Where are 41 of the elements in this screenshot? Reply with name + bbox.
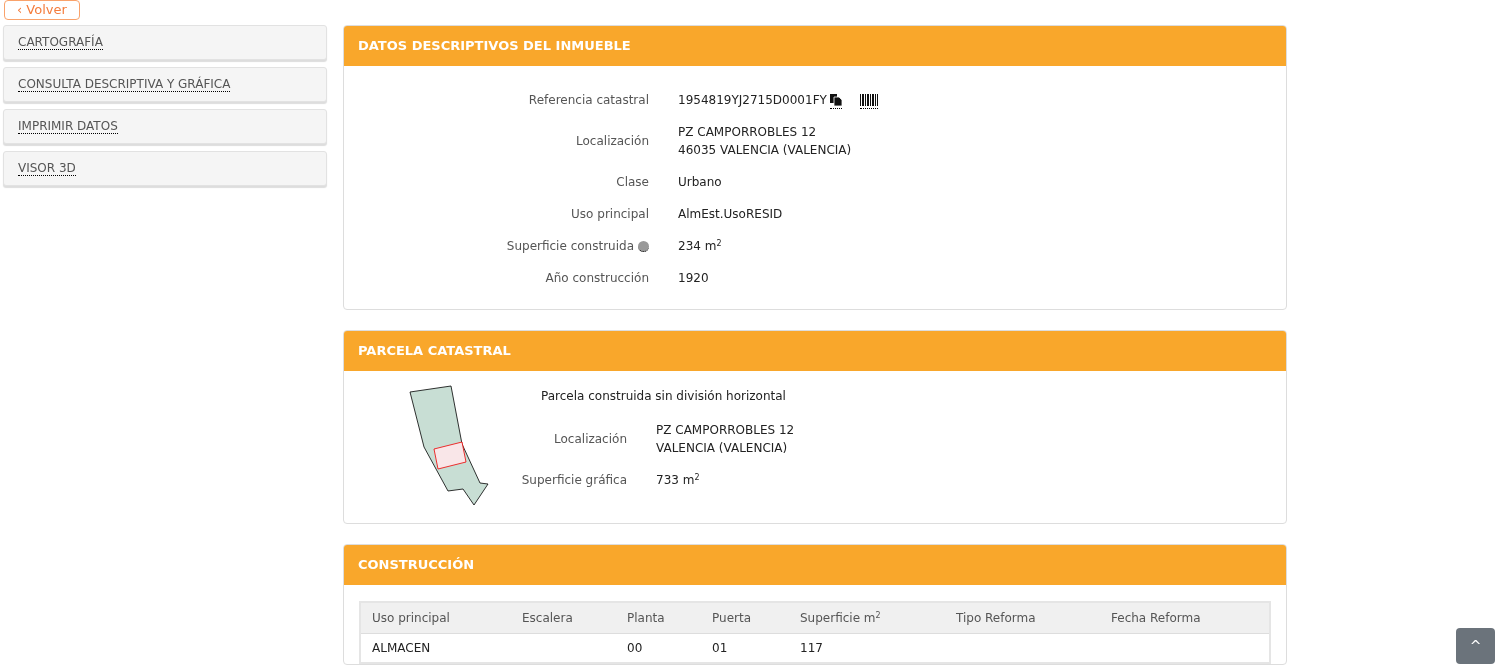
field-label: Superficie gráfica bbox=[521, 473, 627, 487]
field-value: Urbano bbox=[678, 174, 722, 191]
panel-header: DATOS DESCRIPTIVOS DEL INMUEBLE bbox=[344, 26, 1286, 66]
sidebar-link[interactable]: CONSULTA DESCRIPTIVA Y GRÁFICA bbox=[18, 77, 231, 92]
field-label: Superficie construida bbox=[506, 239, 634, 253]
field-label: Uso principal bbox=[571, 207, 649, 221]
column-header: Planta bbox=[616, 603, 701, 634]
sidebar-link[interactable]: IMPRIMIR DATOS bbox=[18, 119, 118, 134]
field-value: PZ CAMPORROBLES 12 46035 VALENCIA (VALENCIA) bbox=[678, 124, 852, 159]
column-header: Puerta bbox=[701, 603, 789, 634]
table-cell: 00 bbox=[616, 633, 701, 662]
scroll-to-top-button[interactable]: ^ bbox=[1456, 628, 1495, 664]
sidebar-link[interactable]: VISOR 3D bbox=[18, 161, 76, 176]
field-value: 1920 bbox=[678, 270, 709, 287]
field-label: Clase bbox=[616, 175, 649, 189]
sidebar-link[interactable]: CARTOGRAFÍA bbox=[18, 35, 103, 50]
sidebar-item[interactable]: VISOR 3D bbox=[3, 151, 327, 186]
field-label: Referencia catastral bbox=[528, 92, 649, 107]
field-value: 1954819YJ2715D0001FY bbox=[678, 91, 827, 109]
field-value: PZ CAMPORROBLES 12 VALENCIA (VALENCIA) bbox=[656, 422, 795, 457]
panel-header: CONSTRUCCIÓN bbox=[344, 545, 1286, 585]
field-label: Localización bbox=[554, 432, 627, 446]
column-header: Fecha Reforma bbox=[1100, 603, 1269, 634]
sidebar-item[interactable]: CARTOGRAFÍA bbox=[3, 25, 327, 60]
sidebar-item[interactable]: IMPRIMIR DATOS bbox=[3, 109, 327, 144]
field-value: AlmEst.UsoRESID bbox=[678, 206, 783, 223]
column-header: Superficie m$^{2}$ bbox=[789, 603, 945, 634]
table-cell: 117 bbox=[789, 633, 945, 662]
column-header: Escalera bbox=[511, 603, 616, 634]
field-label: Año construcción bbox=[545, 271, 649, 285]
table-cell: 01 bbox=[701, 633, 789, 662]
field-label: Localización bbox=[576, 134, 649, 148]
column-header: Uso principal bbox=[361, 603, 511, 634]
panel-header: PARCELA CATASTRAL bbox=[344, 331, 1286, 371]
column-header: Tipo Reforma bbox=[945, 603, 1100, 634]
table-cell: ALMACEN bbox=[361, 633, 511, 662]
sidebar-item[interactable]: CONSULTA DESCRIPTIVA Y GRÁFICA bbox=[3, 67, 327, 102]
field-value: 733 m$^{2}$ bbox=[656, 472, 700, 489]
info-icon[interactable] bbox=[638, 241, 649, 252]
parcel-description: Parcela construida sin división horizontal bbox=[541, 388, 787, 405]
field-value: 234 m$^{2}$ bbox=[678, 238, 722, 255]
